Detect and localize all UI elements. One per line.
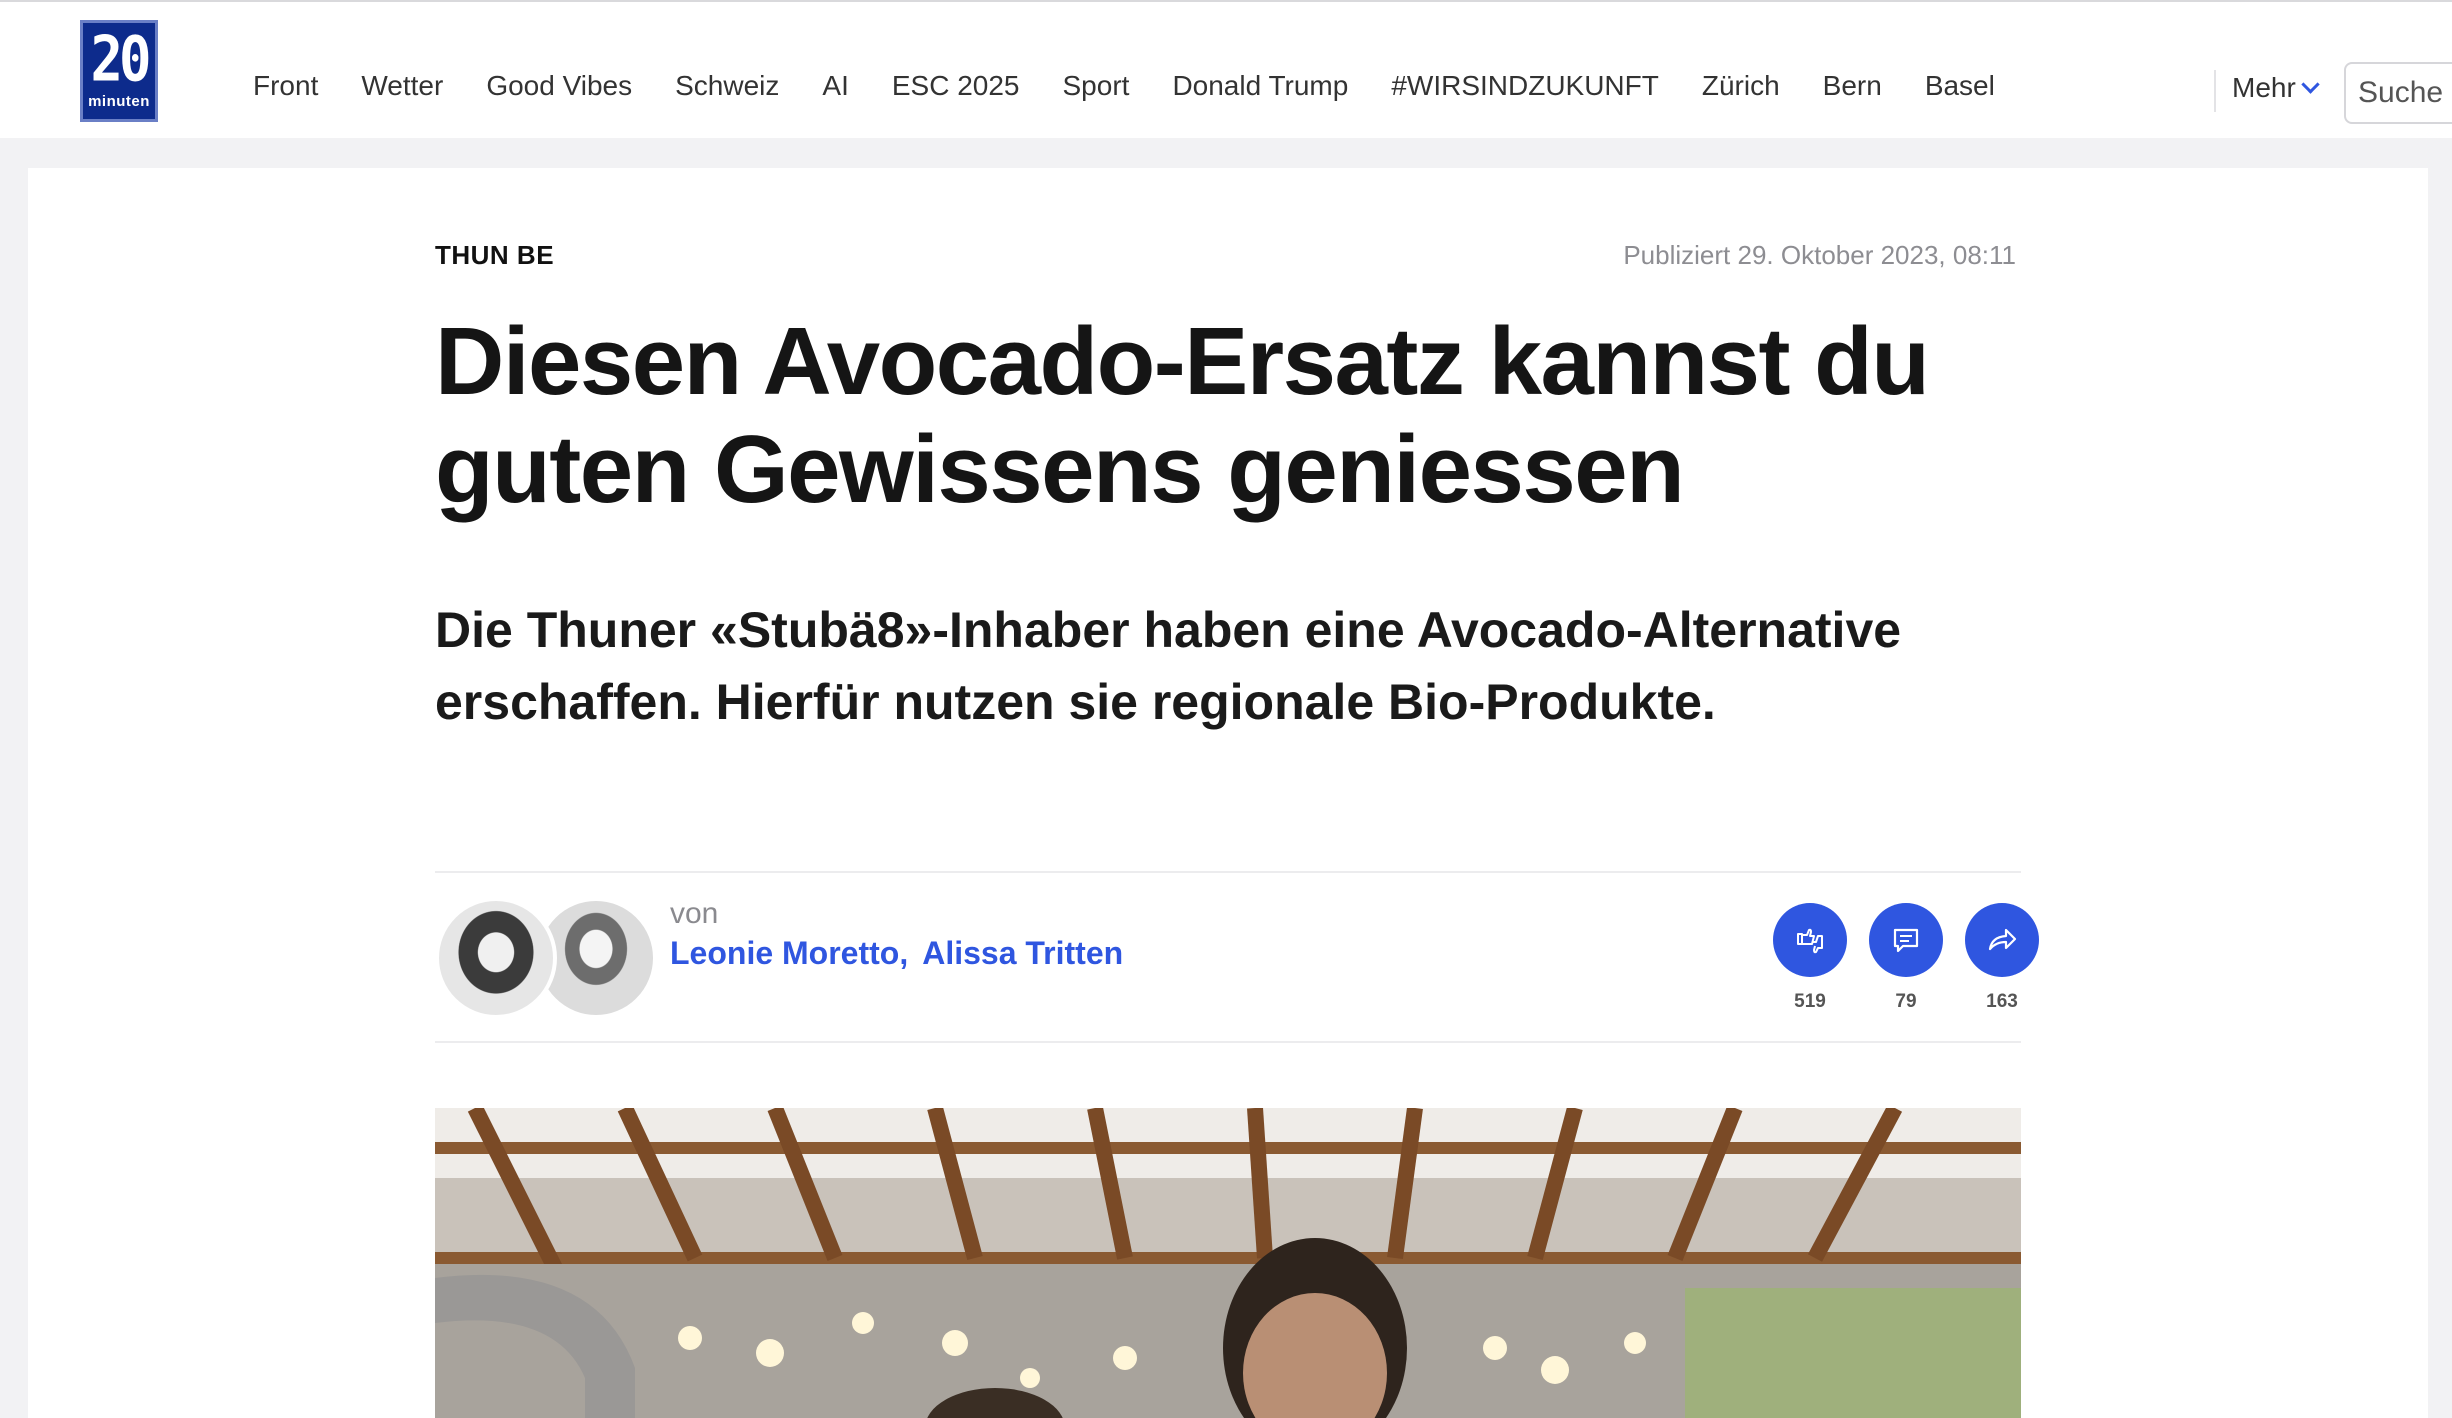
nav-item-sport[interactable]: Sport (1063, 70, 1130, 102)
nav-divider (2214, 70, 2216, 112)
nav-item-donald-trump[interactable]: Donald Trump (1172, 70, 1348, 102)
reactions-button[interactable] (1773, 903, 1847, 977)
comments-count: 79 (1895, 991, 1917, 1012)
author-link-alissa[interactable]: Alissa Tritten (922, 935, 1123, 972)
chevron-down-icon (2301, 74, 2320, 94)
more-menu-button[interactable]: Mehr (2232, 72, 2320, 104)
article-kicker: THUN BE (435, 240, 555, 270)
share-arrow-icon (1988, 928, 2017, 951)
published-date: Publiziert 29. Oktober 2023, 08:11 (1623, 240, 2016, 270)
20-minuten-logo[interactable]: 20 minuten (80, 20, 158, 122)
nav-item-esc-2025[interactable]: ESC 2025 (892, 70, 1020, 102)
author-separator: , (899, 935, 909, 971)
nav-item-schweiz[interactable]: Schweiz (675, 70, 779, 102)
author-link-leonie[interactable]: Leonie Moretto (670, 935, 899, 972)
nav-item-zuerich[interactable]: Zürich (1702, 70, 1780, 102)
share-action: 163 (1965, 903, 2039, 1013)
restaurant-photo-illustration (435, 1108, 2021, 1418)
share-button[interactable] (1965, 903, 2039, 977)
article-card: THUN BE Publiziert 29. Oktober 2023, 08:… (28, 168, 2428, 1418)
nav-item-front[interactable]: Front (253, 70, 318, 102)
comments-action: 79 (1869, 903, 1943, 1013)
nav-item-wirsindzukunft[interactable]: #WIRSINDZUKUNFT (1391, 70, 1659, 102)
share-count: 163 (1986, 991, 2018, 1012)
logo-number: 20 (90, 22, 151, 96)
byline-bar: von Leonie Moretto , Alissa Tritten 519 (435, 871, 2039, 1043)
comments-button[interactable] (1869, 903, 1943, 977)
top-navigation-bar: 20 minuten Front Wetter Good Vibes Schwe… (0, 0, 2452, 138)
author-list: Leonie Moretto , Alissa Tritten (670, 935, 1123, 972)
nav-item-bern[interactable]: Bern (1823, 70, 1882, 102)
comment-icon (1893, 928, 1919, 953)
more-menu-label: Mehr (2232, 72, 2296, 103)
nav-item-basel[interactable]: Basel (1925, 70, 1995, 102)
nav-item-good-vibes[interactable]: Good Vibes (486, 70, 632, 102)
article-lead: Die Thuner «Stubä8»-Inhaber haben eine A… (435, 602, 1902, 730)
author-avatar-leonie[interactable] (435, 897, 557, 1019)
byline-prefix: von (670, 897, 719, 930)
main-nav: Front Wetter Good Vibes Schweiz AI ESC 2… (253, 70, 1995, 102)
search-input[interactable]: Suche (2344, 62, 2452, 124)
thumbs-up-down-icon (1797, 928, 1823, 954)
nav-item-ai[interactable]: AI (822, 70, 848, 102)
reactions-count: 519 (1794, 991, 1826, 1012)
nav-item-wetter[interactable]: Wetter (361, 70, 443, 102)
article-headline: Diesen Avocado-Ersatz kannst du guten Ge… (435, 308, 1930, 523)
hero-photo[interactable] (435, 1108, 2021, 1418)
reactions-action: 519 (1773, 903, 1847, 1013)
